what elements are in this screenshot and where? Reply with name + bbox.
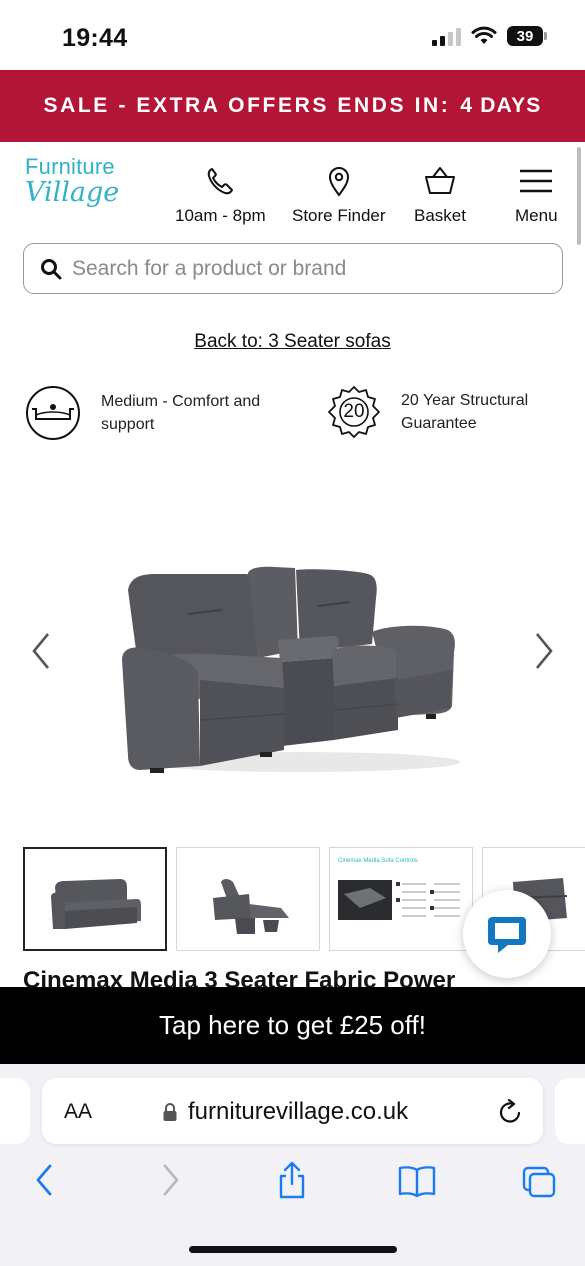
product-main-image[interactable] [110,540,470,790]
url-display[interactable]: furniturevillage.co.uk [162,1098,408,1126]
cellular-signal-icon [432,26,461,46]
previous-tab-pill[interactable] [0,1078,30,1144]
guarantee-badge-number: 20 [343,401,365,422]
thumbnail-sofa-front-image [51,879,141,929]
guarantee-feature: 20 20 Year Structural Guarantee [327,385,551,439]
chevron-right-icon [535,633,553,669]
location-pin-icon [328,167,349,197]
opening-hours-button[interactable]: 10am - 8pm [175,164,266,226]
store-finder-label: Store Finder [292,206,386,225]
next-tab-pill[interactable] [555,1078,585,1144]
browser-bottom-bar: AA furniturevillage.co.uk [0,1064,585,1266]
site-header: Furniture Village 10am - 8pm Store Finde… [0,142,585,240]
status-time: 19:44 [62,24,128,52]
search-bar[interactable] [23,243,563,294]
search-input[interactable] [72,256,532,281]
basket-label: Basket [414,206,466,225]
tabs-icon[interactable] [520,1164,558,1200]
sale-banner-text: SALE - EXTRA OFFERS ENDS IN: [43,94,451,117]
guarantee-feature-text: 20 Year Structural Guarantee [401,392,529,432]
thumbnail-controls-caption: Cinemax Media Sofa Controls [338,858,418,864]
forward-arrow-icon[interactable] [160,1162,182,1198]
gallery-next-button[interactable] [533,628,555,682]
thumbnail-sofa-front[interactable] [23,847,167,951]
address-bar[interactable]: AA furniturevillage.co.uk [42,1078,543,1144]
url-text: furniturevillage.co.uk [188,1098,409,1125]
bookmarks-icon[interactable] [397,1164,437,1198]
battery-icon: 39 [507,26,547,46]
comfort-feature-text: Medium - Comfort and support [101,393,261,433]
status-bar: 19:44 39 [0,0,585,70]
live-chat-button[interactable] [463,890,551,978]
discount-promo-bar[interactable]: Tap here to get £25 off! [0,987,585,1064]
logo-line1: Furniture [25,154,115,179]
reader-options-button[interactable]: AA [64,1100,92,1124]
logo-line2: Village [25,177,120,208]
basket-icon [424,167,455,194]
back-to-category-link[interactable]: Back to: 3 Seater sofas [0,331,585,353]
share-icon[interactable] [276,1160,308,1200]
thumbnail-sofa-reclined-image [213,879,289,934]
home-indicator [189,1246,397,1253]
wifi-icon [471,26,497,44]
store-finder-button[interactable]: Store Finder [292,164,386,226]
sale-countdown: 4 DAYS [460,94,542,117]
comfort-feature: Medium - Comfort and support [25,385,271,441]
furniture-village-logo[interactable]: Furniture Village [25,156,135,208]
opening-hours-label: 10am - 8pm [175,206,266,225]
menu-label: Menu [515,206,558,225]
guarantee-badge-icon: 20 [327,385,381,439]
menu-button[interactable]: Menu [515,164,558,226]
basket-button[interactable]: Basket [414,164,466,226]
chevron-left-icon [32,633,50,669]
page-scrollbar[interactable] [577,147,581,245]
status-icons: 39 [432,26,547,46]
chat-icon [488,917,526,953]
comfort-level-icon [26,386,80,440]
thumbnail-sofa-reclined[interactable] [176,847,320,951]
thumbnail-controls-spec[interactable]: Cinemax Media Sofa Controls [329,847,473,951]
back-arrow-icon[interactable] [33,1162,55,1198]
reload-icon[interactable] [497,1096,525,1126]
search-icon [41,258,62,279]
hamburger-menu-icon [520,169,553,193]
gallery-prev-button[interactable] [30,628,52,682]
lock-icon [163,1103,177,1121]
sale-banner[interactable]: SALE - EXTRA OFFERS ENDS IN: 4 DAYS [0,70,585,142]
phone-icon [208,168,234,195]
